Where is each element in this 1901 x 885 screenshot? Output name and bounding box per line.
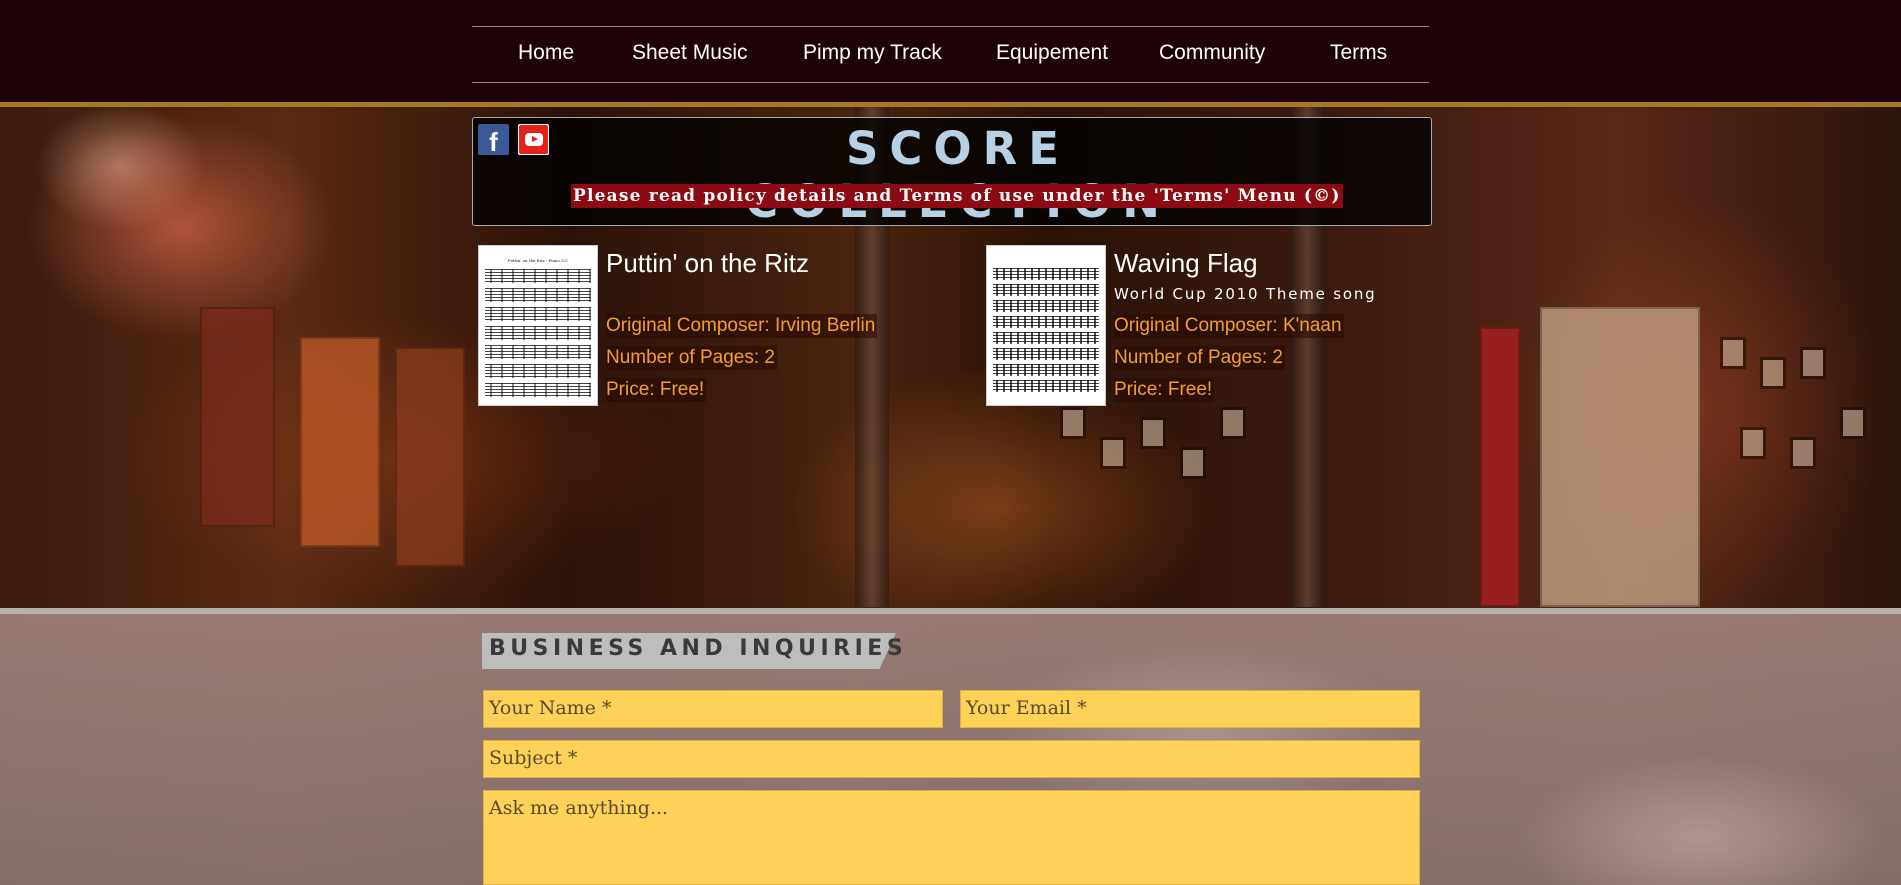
background-frame bbox=[1100, 437, 1126, 469]
score-price: Price: Free! bbox=[1114, 378, 1215, 402]
score-subtitle: World Cup 2010 Theme song bbox=[1114, 285, 1377, 303]
score-thumbnail[interactable] bbox=[986, 245, 1106, 406]
nav-item-sheet-music[interactable]: Sheet Music bbox=[632, 41, 748, 65]
background-poster bbox=[1480, 327, 1520, 607]
nav-item-community[interactable]: Community bbox=[1159, 41, 1265, 65]
youtube-icon[interactable] bbox=[518, 124, 549, 155]
background-poster bbox=[1540, 307, 1700, 607]
section-heading: BUSINESS AND INQUIRIES bbox=[489, 636, 908, 661]
background-frame bbox=[1180, 447, 1206, 479]
background-frame bbox=[1790, 437, 1816, 469]
background-frame bbox=[1760, 357, 1786, 389]
score-pages: Number of Pages: 2 bbox=[606, 346, 777, 370]
page-title: SCORE COLLECTION bbox=[745, 122, 1160, 228]
background-frame bbox=[1800, 347, 1826, 379]
background-frame bbox=[1140, 417, 1166, 449]
score-title[interactable]: Puttin' on the Ritz bbox=[606, 248, 809, 279]
facebook-icon[interactable]: f bbox=[478, 124, 509, 157]
thumbnail-title: Puttin' on the Ritz - Piano S.C bbox=[507, 258, 569, 263]
message-field[interactable]: Ask me anything... bbox=[483, 790, 1420, 885]
subject-field[interactable]: Subject * bbox=[483, 740, 1420, 778]
nav-item-equipement[interactable]: Equipement bbox=[996, 41, 1108, 65]
background-poster bbox=[200, 307, 275, 527]
nav-item-terms[interactable]: Terms bbox=[1330, 41, 1387, 65]
score-price: Price: Free! bbox=[606, 378, 707, 402]
nav-item-pimp-my-track[interactable]: Pimp my Track bbox=[803, 41, 942, 65]
policy-notice: Please read policy details and Terms of … bbox=[571, 184, 1343, 208]
background-poster bbox=[395, 347, 465, 567]
score-title[interactable]: Waving Flag bbox=[1114, 248, 1258, 279]
site-header: Home Sheet Music Pimp my Track Equipemen… bbox=[0, 0, 1901, 107]
background-frame bbox=[1220, 407, 1246, 439]
name-field[interactable]: Your Name * bbox=[483, 690, 943, 728]
background-frame bbox=[1740, 427, 1766, 459]
score-composer: Original Composer: K'naan bbox=[1114, 314, 1344, 338]
thumbnail-title bbox=[993, 258, 1099, 266]
background-poster bbox=[300, 337, 380, 547]
title-panel: f SCORE COLLECTION Please read policy de… bbox=[472, 117, 1432, 228]
email-field[interactable]: Your Email * bbox=[960, 690, 1420, 728]
score-composer: Original Composer: Irving Berlin bbox=[606, 314, 878, 338]
main-nav: Home Sheet Music Pimp my Track Equipemen… bbox=[472, 26, 1429, 83]
background-frame bbox=[1720, 337, 1746, 369]
nav-item-home[interactable]: Home bbox=[518, 41, 574, 65]
score-thumbnail[interactable]: Puttin' on the Ritz - Piano S.C bbox=[478, 245, 598, 406]
background-frame bbox=[1840, 407, 1866, 439]
score-pages: Number of Pages: 2 bbox=[1114, 346, 1285, 370]
background-frame bbox=[1060, 407, 1086, 439]
